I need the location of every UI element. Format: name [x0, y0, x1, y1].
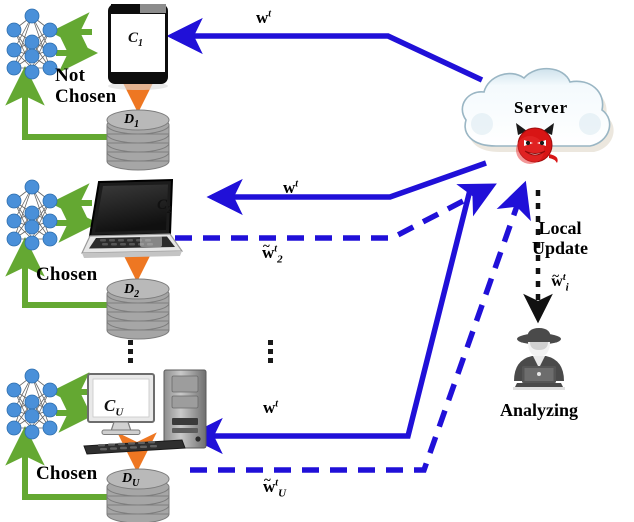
dataset-label-text-client-u: D [122, 471, 133, 486]
dataset-label-text-client-2: D [124, 282, 135, 297]
device-sub-client-2: 2 [167, 205, 173, 216]
ellipsis-left [128, 340, 133, 363]
dataset-sub-client-2: 2 [134, 288, 140, 300]
analyzing-label: Analyzing [500, 400, 578, 421]
status-line1-client-u: Chosen [36, 463, 98, 484]
devil-icon [516, 123, 558, 164]
desktop-icon [83, 369, 207, 455]
neural-network-client-2 [6, 179, 58, 251]
device-sub-client-1: 1 [138, 38, 144, 49]
dataset-label-client-2: D2 [124, 282, 139, 300]
ellipsis-dot [128, 340, 133, 345]
uplink-label-client-2: ~ wt2 [262, 238, 283, 266]
neural-network-client-u [6, 368, 58, 440]
status-line1-client-2: Chosen [36, 264, 98, 285]
uplink-arrow-client-u [190, 180, 531, 473]
uplink-sub-client-u: U [278, 487, 287, 500]
dataset-label-text-client-1: D [124, 112, 135, 127]
server-label-text: Server [514, 98, 569, 117]
status-label-client-u: Chosen [36, 463, 97, 485]
local-update-label: Local Update [532, 218, 588, 258]
status-label-client-2: Chosen [36, 264, 97, 286]
downlink-label-client-u: wt [263, 398, 278, 418]
diagram-canvas: C1 Not Chosen D1 wt C2 Chosen D2 wt ~ wt2… [0, 0, 634, 522]
downlink-label-client-2: wt [283, 178, 298, 198]
device-label-client-1: C1 [128, 30, 143, 49]
downlink-arrow-client-1 [166, 17, 484, 83]
dataset-label-client-1: D1 [124, 112, 139, 130]
tilde-accent-local: ~ [552, 268, 560, 284]
status-line1-client-1: Not [55, 65, 86, 86]
green-arrows-client-u [49, 372, 99, 433]
analyzing-label-text: Analyzing [499, 400, 579, 420]
hacker-icon [508, 326, 570, 390]
device-label-text-client-1: C [128, 30, 139, 46]
device-label-client-u: CU [104, 396, 123, 418]
uplink-tilde-wrap-client-u: ~ w [263, 472, 275, 497]
uplink-sub-client-2: 2 [277, 253, 283, 266]
downlink-symbol-client-1: w [256, 8, 269, 27]
device-label-client-2: C2 [157, 197, 172, 216]
uplink-arrow-client-2 [175, 183, 497, 241]
neural-network-client-1 [6, 8, 58, 80]
local-update-tilde-wrap: ~ w [551, 268, 563, 291]
laptop-icon [81, 178, 184, 258]
ellipsis-right [268, 340, 273, 363]
ellipsis-dot [128, 358, 133, 363]
ellipsis-dot [268, 340, 273, 345]
green-arrows-client-1 [49, 12, 99, 73]
downlink-label-client-1: wt [256, 8, 271, 28]
dataset-sub-client-1: 1 [134, 118, 140, 130]
status-label-client-1: Not Chosen [55, 65, 117, 107]
downlink-arrow-client-u [186, 189, 473, 455]
local-update-line2: Update [531, 238, 589, 259]
downlink-sup-client-u: t [275, 398, 279, 410]
local-update-line1: Local [538, 218, 582, 238]
dataset-label-client-u: DU [122, 471, 139, 489]
downlink-arrow-client-2 [206, 160, 487, 216]
tilde-accent-client-u: ~ [264, 472, 271, 487]
local-update-symbol: ~ wti [551, 268, 569, 294]
device-sub-client-u: U [115, 406, 124, 419]
downlink-sup-client-1: t [268, 8, 272, 20]
downlink-symbol-client-u: w [263, 398, 276, 417]
ellipsis-dot [128, 349, 133, 354]
server-label: Server [514, 98, 568, 118]
status-line2-client-1: Chosen [55, 85, 117, 107]
local-update-sub: i [565, 281, 569, 294]
tilde-accent-client-2: ~ [263, 238, 270, 253]
downlink-sup-client-2: t [295, 178, 299, 190]
dataset-sub-client-u: U [132, 477, 140, 489]
downlink-symbol-client-2: w [283, 178, 296, 197]
uplink-tilde-wrap-client-2: ~ w [262, 238, 274, 263]
green-arrows-client-2 [49, 183, 99, 243]
device-label-text-client-u: C [104, 396, 116, 415]
device-label-text-client-2: C [157, 197, 168, 213]
uplink-label-client-u: ~ wtU [263, 472, 287, 500]
ellipsis-dot [268, 358, 273, 363]
ellipsis-dot [268, 349, 273, 354]
